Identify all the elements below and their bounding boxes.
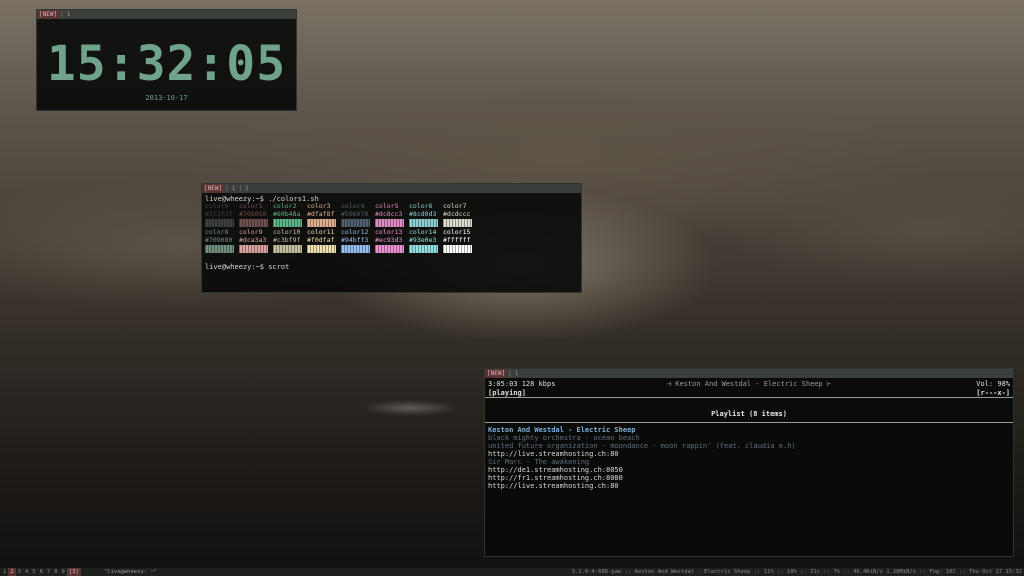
- color-swatch: [375, 219, 404, 227]
- color-cell: color13 #ec93d3: [375, 228, 409, 255]
- playback-state: [playing]: [488, 389, 526, 397]
- layout-indicator[interactable]: [3]: [66, 568, 81, 576]
- workspace-1[interactable]: 1: [1, 568, 8, 576]
- color-cell: color11 #f0dfaf: [307, 228, 341, 255]
- color-swatch: [273, 219, 302, 227]
- color-swatch: [273, 245, 302, 253]
- workspace-5[interactable]: 5: [30, 568, 37, 576]
- color-cell: color15 #ffffff: [443, 228, 477, 255]
- terminal-tab-new[interactable]: [NEW]: [202, 184, 225, 193]
- color-cell: color7 #dcdccc: [443, 202, 477, 229]
- playlist-item[interactable]: united future organization - moondance -…: [488, 442, 1010, 450]
- color-hex: #709080: [205, 235, 233, 244]
- color-hex: #ffffff: [443, 235, 471, 244]
- player-tab-bar: [NEW] | 1: [485, 369, 1013, 378]
- workspace-4[interactable]: 4: [23, 568, 30, 576]
- workspace-8[interactable]: 8: [52, 568, 59, 576]
- color-cell: color2 #60b48a: [273, 202, 307, 229]
- color-row-1: color0 #3f3f3f color1 #705050 color2 #60b48a c…: [205, 202, 578, 229]
- clock-date: 2013-10-17: [145, 94, 188, 102]
- terminal-tab-bar: [NEW] | 1 | 2: [202, 184, 581, 193]
- color-hex: #dca3a3: [239, 235, 267, 244]
- color-swatch: [205, 219, 234, 227]
- color-swatch: [205, 245, 234, 253]
- color-hex: #f0dfaf: [307, 235, 335, 244]
- player-status-bar: 3:05:03 128 kbps [playing] ⊣ Keston And …: [485, 378, 1013, 398]
- workspace-list: 1 2 3 4 5 6 7 8 9 [3]: [1, 568, 81, 576]
- clock-tab-new[interactable]: [NEW]: [37, 10, 60, 19]
- now-playing-title: ⊣ Keston And Westdal - Electric Sheep ⊢: [666, 380, 832, 388]
- clock-tab-1[interactable]: 1: [65, 10, 73, 19]
- color-hex: #3f3f3f: [205, 209, 233, 218]
- color-cell: color3 #dfaf8f: [307, 202, 341, 229]
- color-swatch: [443, 245, 472, 253]
- color-cell: color5 #dc8cc3: [375, 202, 409, 229]
- color-swatch: [307, 219, 336, 227]
- color-hex: #c3bf9f: [273, 235, 301, 244]
- color-swatch: [443, 219, 472, 227]
- color-hex: #705050: [239, 209, 267, 218]
- color-hex: #8cd0d3: [409, 209, 437, 218]
- color-cell: color6 #8cd0d3: [409, 202, 443, 229]
- window-title: "live@wheezy: ~": [104, 569, 157, 575]
- playlist-item[interactable]: black mighty orchestra - ocean beach: [488, 434, 1010, 442]
- color-swatch: [409, 219, 438, 227]
- color-swatch: [341, 219, 370, 227]
- color-cell: color8 #709080: [205, 228, 239, 255]
- volume-indicator[interactable]: Vol: 98%: [976, 380, 1010, 389]
- color-swatch: [375, 245, 404, 253]
- color-hex: #dcdccc: [443, 209, 471, 218]
- playlist-item[interactable]: http://live.streamhosting.ch:80: [488, 482, 1010, 490]
- color-cell: color0 #3f3f3f: [205, 202, 239, 229]
- terminal-body[interactable]: live@wheezy:~$ ./colors1.sh color0 #3f3f3…: [202, 193, 581, 273]
- player-tab-1[interactable]: 1: [513, 369, 521, 378]
- color-cell: color12 #94bff3: [341, 228, 375, 255]
- playback-flags: [r---x-]: [976, 389, 1010, 397]
- playlist-item[interactable]: http://live.streamhosting.ch:80: [488, 450, 1010, 458]
- terminal-tab-2[interactable]: 2: [243, 184, 251, 193]
- color-swatch: [307, 245, 336, 253]
- color-cell: color1 #705050: [239, 202, 273, 229]
- terminal-tab-1[interactable]: 1: [230, 184, 238, 193]
- terminal-command-line: live@wheezy:~$ scrot: [205, 263, 290, 271]
- terminal-window[interactable]: [NEW] | 1 | 2 live@wheezy:~$ ./colors1.s…: [201, 183, 582, 293]
- color-swatch: [239, 219, 268, 227]
- status-bar: 1 2 3 4 5 6 7 8 9 [3] "live@wheezy: ~" 3.2.0-4-68…: [0, 568, 1024, 576]
- playlist-item[interactable]: http://fr1.streamhosting.ch:8080: [488, 474, 1010, 482]
- color-row-2: color8 #709080 color9 #dca3a3 color10 #c3bf9f…: [205, 228, 578, 255]
- workspace-3[interactable]: 3: [16, 568, 23, 576]
- clock-tab-bar: [NEW] | 1: [37, 10, 296, 19]
- color-cell: color14 #93e0e3: [409, 228, 443, 255]
- color-cell: color4 #506070: [341, 202, 375, 229]
- color-hex: #60b48a: [273, 209, 301, 218]
- workspace-6[interactable]: 6: [38, 568, 45, 576]
- player-tab-new[interactable]: [NEW]: [485, 369, 508, 378]
- color-hex: #506070: [341, 209, 369, 218]
- color-swatch: [239, 245, 268, 253]
- color-hex: #94bff3: [341, 235, 369, 244]
- playlist-header: Playlist (8 items): [485, 406, 1013, 423]
- playlist[interactable]: Keston And Westdal - Electric Sheep black…: [485, 423, 1013, 493]
- workspace-7[interactable]: 7: [45, 568, 52, 576]
- playlist-item[interactable]: Keston And Westdal - Electric Sheep: [488, 426, 1010, 434]
- color-hex: #dc8cc3: [375, 209, 403, 218]
- color-hex: #93e0e3: [409, 235, 437, 244]
- color-cell: color10 #c3bf9f: [273, 228, 307, 255]
- system-info: 3.2.0-4-686-pae :: Keston And Westdal - …: [571, 569, 1022, 575]
- color-swatch: [409, 245, 438, 253]
- playlist-item[interactable]: http://de1.streamhosting.ch:8050: [488, 466, 1010, 474]
- workspace-9[interactable]: 9: [60, 568, 67, 576]
- clock-window[interactable]: [NEW] | 1 15:32:05 2013-10-17: [36, 9, 297, 111]
- playlist-item[interactable]: Sir Marc - The awakening: [488, 458, 1010, 466]
- music-player-window[interactable]: [NEW] | 1 3:05:03 128 kbps [playing] ⊣ K…: [484, 368, 1014, 557]
- clock-time: 15:32:05: [46, 36, 287, 92]
- color-cell: color9 #dca3a3: [239, 228, 273, 255]
- workspace-2[interactable]: 2: [8, 568, 16, 576]
- color-hex: #dfaf8f: [307, 209, 335, 218]
- color-hex: #ec93d3: [375, 235, 403, 244]
- color-swatch: [341, 245, 370, 253]
